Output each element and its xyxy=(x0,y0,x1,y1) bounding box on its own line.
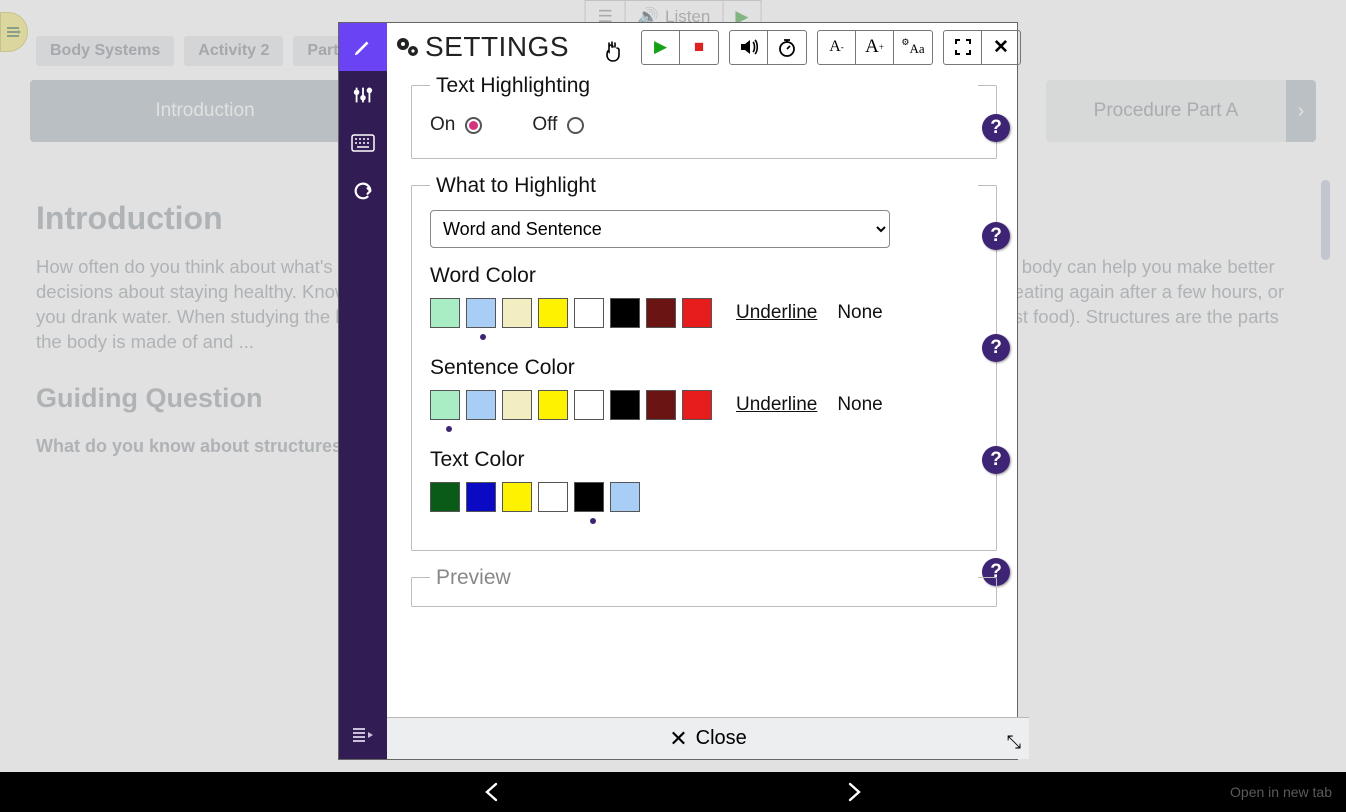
color-swatch[interactable] xyxy=(574,482,604,512)
sentence-color-label: Sentence Color xyxy=(430,356,978,380)
what-to-highlight-group: What to Highlight ? Word and Sentence Wo… xyxy=(411,185,997,551)
sentence-selected-dot xyxy=(446,426,452,432)
prev-page-button[interactable] xyxy=(481,781,503,803)
tab-introduction[interactable]: Introduction xyxy=(30,80,380,142)
resize-handle-icon[interactable]: ⤡ xyxy=(1007,732,1021,753)
color-swatch[interactable] xyxy=(502,390,532,420)
sidebar-sliders[interactable] xyxy=(339,71,387,119)
fullscreen-button[interactable] xyxy=(944,31,982,64)
sidebar-collapse[interactable] xyxy=(339,711,387,759)
highlight-on-radio[interactable]: On xyxy=(430,114,482,136)
color-swatch[interactable] xyxy=(574,298,604,328)
sidebar-pencil[interactable] xyxy=(339,23,387,71)
color-swatch[interactable] xyxy=(538,482,568,512)
play-button[interactable]: ▶ xyxy=(642,31,680,64)
close-x-icon: ✕ xyxy=(669,726,687,752)
sidebar-undo[interactable] xyxy=(339,167,387,215)
highlight-scope-select[interactable]: Word and Sentence xyxy=(430,210,890,248)
color-swatch[interactable] xyxy=(646,390,676,420)
crumb-activity-2[interactable]: Activity 2 xyxy=(184,36,283,66)
sidebar-expand-tab[interactable] xyxy=(0,12,28,52)
color-swatch[interactable] xyxy=(610,390,640,420)
text-highlighting-group: Text Highlighting ? On Off xyxy=(411,85,997,159)
help-word-color[interactable]: ? xyxy=(982,334,1010,362)
font-settings-button[interactable]: ⚙Aa xyxy=(894,31,932,64)
next-page-button[interactable] xyxy=(843,781,865,803)
text-color-label: Text Color xyxy=(430,448,978,472)
crumb-body-systems[interactable]: Body Systems xyxy=(36,36,174,66)
color-swatch[interactable] xyxy=(610,482,640,512)
cursor-icon xyxy=(603,41,621,63)
gear-icon xyxy=(395,36,421,58)
color-swatch[interactable] xyxy=(682,390,712,420)
modal-toolbar: SETTINGS ▶ ■ xyxy=(387,23,1029,71)
volume-button[interactable] xyxy=(730,31,768,64)
word-selected-dot xyxy=(480,334,486,340)
radio-off-icon xyxy=(567,117,584,134)
color-swatch[interactable] xyxy=(538,390,568,420)
text-selected-dot xyxy=(590,518,596,524)
color-swatch[interactable] xyxy=(538,298,568,328)
text-highlighting-legend: Text Highlighting xyxy=(430,74,978,98)
color-swatch[interactable] xyxy=(430,298,460,328)
color-swatch[interactable] xyxy=(430,390,460,420)
color-swatch[interactable] xyxy=(646,298,676,328)
color-swatch[interactable] xyxy=(610,298,640,328)
none-option[interactable]: None xyxy=(837,302,882,324)
text-color-swatches xyxy=(430,482,978,512)
highlight-off-radio[interactable]: Off xyxy=(532,114,584,136)
help-highlighting[interactable]: ? xyxy=(982,114,1010,142)
underline-option[interactable]: Underline xyxy=(736,302,817,324)
close-bar[interactable]: ✕ Close ⤡ xyxy=(387,717,1029,759)
none-option[interactable]: None xyxy=(837,394,882,416)
underline-option[interactable]: Underline xyxy=(736,394,817,416)
close-label: Close xyxy=(696,727,747,750)
speed-button[interactable] xyxy=(768,31,806,64)
color-swatch[interactable] xyxy=(502,298,532,328)
settings-modal: SETTINGS ▶ ■ xyxy=(338,22,1018,760)
help-sentence-color[interactable]: ? xyxy=(982,446,1010,474)
tab-procedure-a[interactable]: Procedure Part A xyxy=(1046,80,1286,142)
next-section-arrow[interactable]: › xyxy=(1286,80,1316,142)
sentence-color-swatches: Underline None xyxy=(430,390,978,420)
color-swatch[interactable] xyxy=(466,482,496,512)
stop-button[interactable]: ■ xyxy=(680,31,718,64)
word-color-swatches: Underline None xyxy=(430,298,978,328)
color-swatch[interactable] xyxy=(502,482,532,512)
font-decrease-button[interactable]: A- xyxy=(818,31,856,64)
what-to-highlight-legend: What to Highlight xyxy=(430,174,978,198)
font-increase-button[interactable]: A+ xyxy=(856,31,894,64)
sidebar-keyboard[interactable] xyxy=(339,119,387,167)
preview-group: Preview xyxy=(411,577,997,607)
bottom-nav: Open in new tab xyxy=(0,772,1346,812)
help-what-highlight[interactable]: ? xyxy=(982,222,1010,250)
modal-sidebar xyxy=(339,23,387,759)
color-swatch[interactable] xyxy=(466,390,496,420)
preview-legend: Preview xyxy=(430,566,978,590)
color-swatch[interactable] xyxy=(682,298,712,328)
scrollbar[interactable] xyxy=(1321,180,1330,260)
color-swatch[interactable] xyxy=(574,390,604,420)
settings-title: SETTINGS xyxy=(395,31,569,63)
open-new-tab-link[interactable]: Open in new tab xyxy=(1230,784,1332,800)
close-modal-button[interactable]: ✕ xyxy=(982,31,1020,64)
settings-content: Text Highlighting ? On Off Wh xyxy=(387,71,1029,717)
color-swatch[interactable] xyxy=(430,482,460,512)
color-swatch[interactable] xyxy=(466,298,496,328)
word-color-label: Word Color xyxy=(430,264,978,288)
radio-on-icon xyxy=(465,117,482,134)
